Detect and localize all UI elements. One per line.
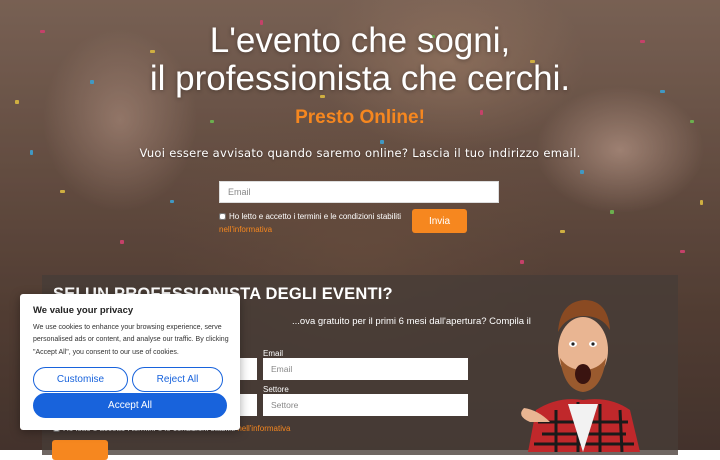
excited-man-image [521, 300, 640, 452]
pro-sector-input[interactable] [263, 394, 468, 416]
notify-submit-button[interactable]: Invia [412, 209, 467, 233]
pro-email-input[interactable] [263, 358, 468, 380]
pro-submit-button[interactable] [52, 440, 108, 460]
notify-consent-checkbox[interactable] [219, 213, 226, 220]
pro-email-label: Email [263, 349, 284, 358]
notify-subtitle: Vuoi essere avvisato quando saremo onlin… [139, 146, 581, 160]
notify-privacy-link[interactable]: nell'informativa [219, 225, 272, 234]
hero-title: L'evento che sogni, il professionista ch… [0, 22, 720, 98]
notify-consent: Ho letto e accetto i termini e le condiz… [219, 210, 404, 236]
accept-all-button[interactable]: Accept All [33, 393, 227, 418]
customise-button[interactable]: Customise [33, 367, 128, 392]
cookie-consent-banner: We value your privacy We use cookies to … [20, 294, 240, 430]
pro-privacy-link[interactable]: nell'informativa [237, 424, 290, 433]
notify-email-input[interactable] [219, 181, 499, 203]
cookie-banner-text: We use cookies to enhance your browsing … [33, 324, 229, 356]
coming-soon-text: Presto Online! [295, 107, 425, 128]
hero-title-line2: il professionista che cerchi. [149, 59, 571, 98]
cookie-banner-title: We value your privacy [33, 305, 134, 316]
reject-all-button[interactable]: Reject All [132, 367, 223, 392]
notify-consent-text: Ho letto e accetto i termini e le condiz… [229, 212, 402, 221]
pro-sector-label: Settore [263, 385, 289, 394]
hero-title-line1: L'evento che sogni, [209, 21, 511, 60]
